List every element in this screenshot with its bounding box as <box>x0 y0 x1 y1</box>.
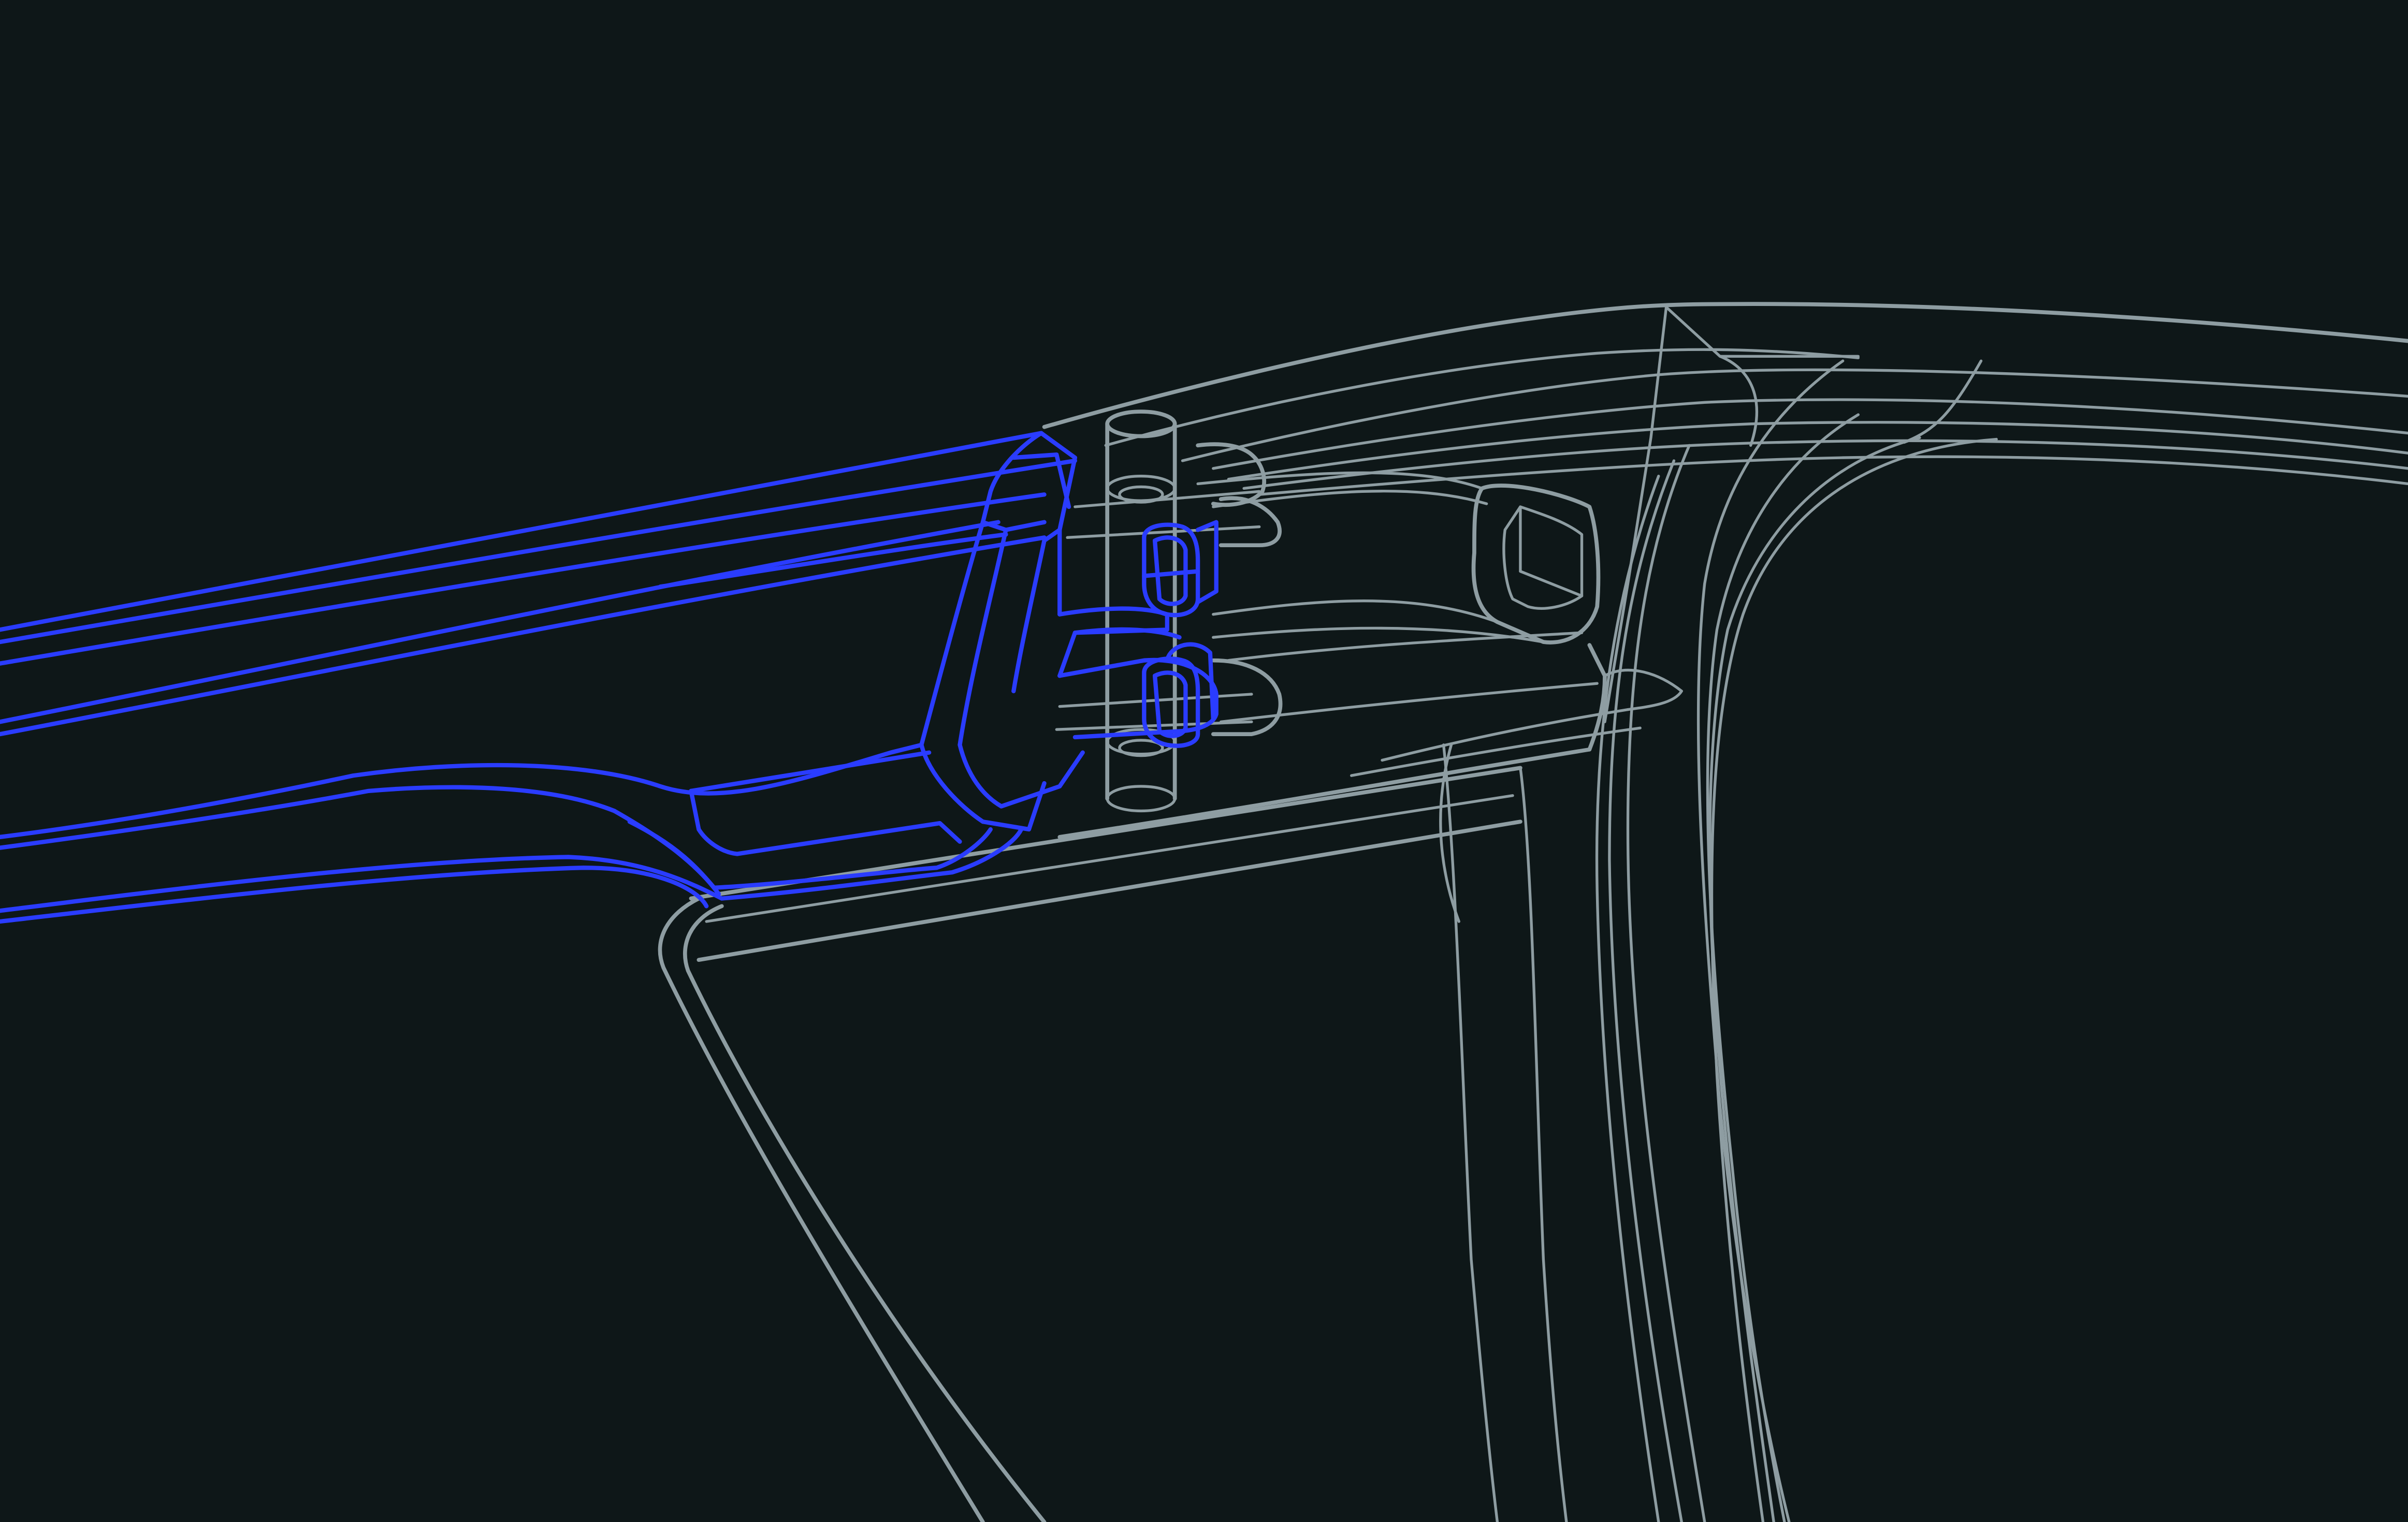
temple-arm-wireframe[interactable] <box>0 431 1218 924</box>
cad-viewport[interactable] <box>0 0 2408 1522</box>
wireframe-canvas[interactable] <box>0 0 2408 1522</box>
